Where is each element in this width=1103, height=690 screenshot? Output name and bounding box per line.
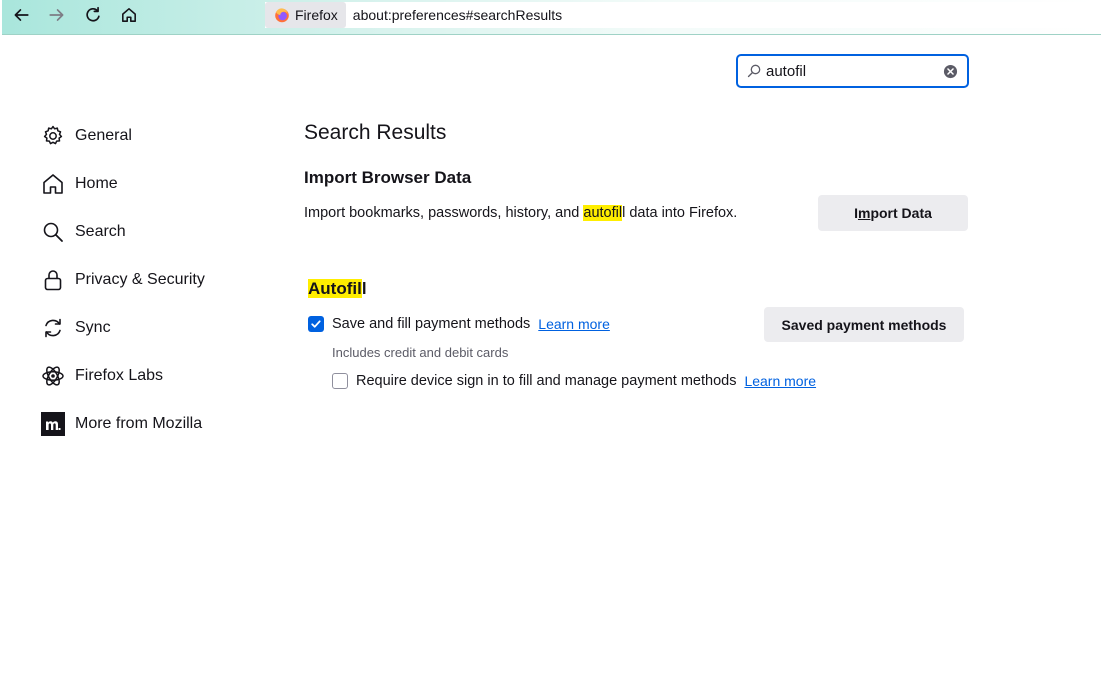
reload-button[interactable] <box>82 4 104 26</box>
search-highlight: autofil <box>583 205 623 221</box>
autofill-section-heading: Autofill <box>308 279 367 299</box>
autofill-heading-rest: l <box>361 279 367 298</box>
gear-icon <box>40 123 66 149</box>
search-icon <box>40 219 66 245</box>
import-button-label-end: port Data <box>870 205 932 221</box>
url-text[interactable]: about:preferences#searchResults <box>353 7 562 23</box>
home-icon <box>40 171 66 197</box>
forward-button[interactable] <box>46 4 68 26</box>
import-button-accesskey: m <box>857 205 871 221</box>
url-bar[interactable]: Firefox about:preferences#searchResults <box>265 2 1101 28</box>
sidebar-item-sync[interactable]: Sync <box>40 304 270 352</box>
atom-icon <box>40 363 66 389</box>
mozilla-icon <box>40 411 66 437</box>
sync-icon <box>40 315 66 341</box>
sidebar-item-label: General <box>75 127 132 144</box>
back-button[interactable] <box>10 4 32 26</box>
sidebar-item-firefox-labs[interactable]: Firefox Labs <box>40 352 270 400</box>
import-data-button[interactable]: Im port Data <box>818 195 968 231</box>
save-payment-checkbox[interactable] <box>308 316 324 332</box>
home-icon <box>122 8 136 22</box>
arrow-right-icon <box>49 9 64 21</box>
import-description: Import bookmarks, passwords, history, an… <box>304 205 737 221</box>
sidebar-item-privacy[interactable]: Privacy & Security <box>40 256 270 304</box>
sidebar-item-label: Search <box>75 223 126 240</box>
import-desc-before: Import bookmarks, passwords, history, an… <box>304 205 584 221</box>
search-input[interactable] <box>766 62 936 80</box>
identity-label: Firefox <box>295 7 338 23</box>
sidebar-item-home[interactable]: Home <box>40 160 270 208</box>
sidebar-item-label: More from Mozilla <box>75 415 203 432</box>
require-signin-row: Require device sign in to fill and manag… <box>332 373 816 389</box>
lock-icon <box>40 267 66 293</box>
import-desc-after: l data into Firefox. <box>622 205 738 221</box>
save-payment-row: Save and fill payment methods Learn more <box>308 316 610 332</box>
firefox-logo-icon <box>275 8 289 23</box>
sidebar-item-general[interactable]: General <box>40 112 270 160</box>
home-button[interactable] <box>118 4 140 26</box>
sidebar-item-more-from-mozilla[interactable]: More from Mozilla <box>40 400 270 448</box>
import-section-heading: Import Browser Data <box>304 168 472 187</box>
preferences-sidebar: General Home Search Privacy & Security S… <box>40 112 270 448</box>
browser-toolbar: Firefox about:preferences#searchResults <box>2 0 1101 35</box>
reload-icon <box>86 6 100 22</box>
require-signin-checkbox[interactable] <box>332 373 348 389</box>
sidebar-item-label: Sync <box>75 319 111 336</box>
learn-more-link-signin[interactable]: Learn more <box>744 373 816 389</box>
search-icon <box>747 64 761 78</box>
clear-search-icon[interactable] <box>943 64 958 79</box>
sidebar-item-label: Firefox Labs <box>75 367 164 384</box>
sidebar-item-label: Privacy & Security <box>75 271 205 288</box>
includes-cards-note: Includes credit and debit cards <box>332 345 509 360</box>
arrow-left-icon <box>14 9 29 21</box>
require-signin-label[interactable]: Require device sign in to fill and manag… <box>356 373 736 389</box>
search-highlight: Autofil <box>308 279 362 298</box>
identity-chip[interactable]: Firefox <box>265 2 346 28</box>
learn-more-link-payment[interactable]: Learn more <box>538 316 610 332</box>
sidebar-item-search[interactable]: Search <box>40 208 270 256</box>
preferences-search-box[interactable] <box>736 54 969 88</box>
save-payment-label[interactable]: Save and fill payment methods <box>332 316 530 332</box>
page-title: Search Results <box>304 121 447 144</box>
checkmark-icon <box>311 320 321 328</box>
saved-payment-methods-button[interactable]: Saved payment methods <box>764 307 964 342</box>
sidebar-item-label: Home <box>75 175 118 192</box>
